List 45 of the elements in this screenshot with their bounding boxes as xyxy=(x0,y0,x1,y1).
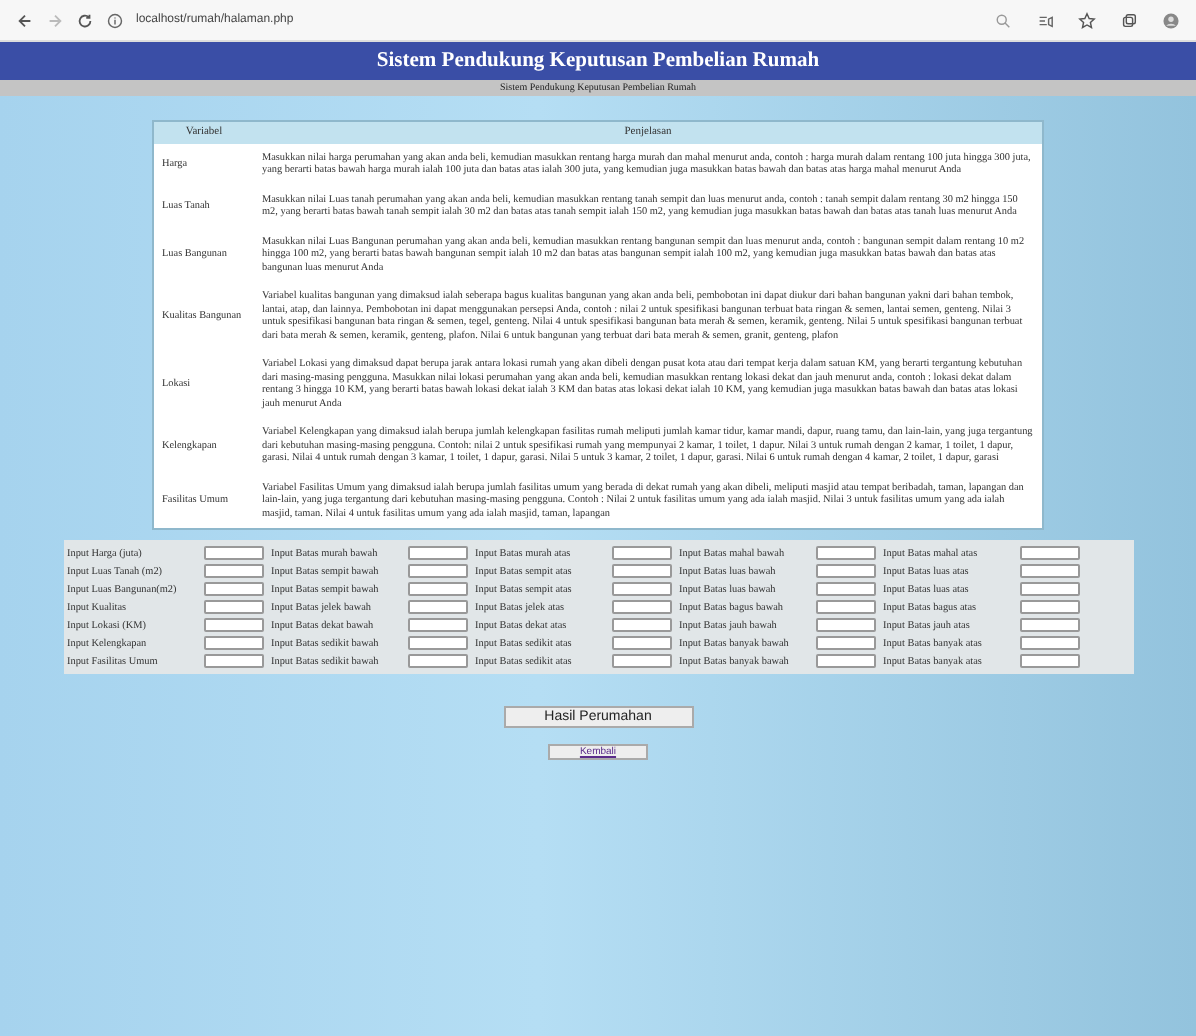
read-aloud-icon[interactable] xyxy=(1036,11,1054,29)
input-field[interactable] xyxy=(1019,618,1079,632)
profile-icon[interactable] xyxy=(1162,11,1180,29)
input-field[interactable] xyxy=(1019,546,1079,560)
forward-icon[interactable] xyxy=(46,11,64,29)
input-field[interactable] xyxy=(203,546,263,560)
input-field[interactable] xyxy=(815,564,875,578)
input-field[interactable] xyxy=(815,636,875,650)
input-field[interactable] xyxy=(407,636,467,650)
input-field[interactable] xyxy=(815,546,875,560)
input-field[interactable] xyxy=(611,654,671,668)
input-field[interactable] xyxy=(815,582,875,596)
input-field[interactable] xyxy=(203,636,263,650)
input-field[interactable] xyxy=(407,654,467,668)
info-icon xyxy=(106,11,124,29)
input-field[interactable] xyxy=(203,654,263,668)
input-field[interactable] xyxy=(611,636,671,650)
input-field[interactable] xyxy=(203,600,263,614)
input-field[interactable] xyxy=(611,600,671,614)
reload-icon[interactable] xyxy=(76,11,94,29)
input-field[interactable] xyxy=(407,618,467,632)
back-icon[interactable] xyxy=(16,11,34,29)
input-field[interactable] xyxy=(611,546,671,560)
input-field[interactable] xyxy=(815,600,875,614)
input-field[interactable] xyxy=(203,564,263,578)
input-field[interactable] xyxy=(1019,654,1079,668)
input-field[interactable] xyxy=(203,618,263,632)
input-field[interactable] xyxy=(407,600,467,614)
input-field[interactable] xyxy=(203,582,263,596)
input-field[interactable] xyxy=(407,564,467,578)
page-title: Sistem Pendukung Keputusan Pembelian Rumah xyxy=(376,50,820,72)
star-icon[interactable] xyxy=(1078,11,1096,29)
input-field[interactable] xyxy=(815,654,875,668)
input-field[interactable] xyxy=(1019,636,1079,650)
input-field[interactable] xyxy=(1019,564,1079,578)
collections-icon[interactable] xyxy=(1120,11,1138,29)
input-field[interactable] xyxy=(1019,600,1079,614)
input-field[interactable] xyxy=(1019,582,1079,596)
input-field[interactable] xyxy=(407,582,467,596)
input-field[interactable] xyxy=(407,546,467,560)
input-field[interactable] xyxy=(815,618,875,632)
input-field[interactable] xyxy=(611,582,671,596)
zoom-icon[interactable] xyxy=(994,11,1012,29)
input-field[interactable] xyxy=(611,618,671,632)
input-field[interactable] xyxy=(611,564,671,578)
